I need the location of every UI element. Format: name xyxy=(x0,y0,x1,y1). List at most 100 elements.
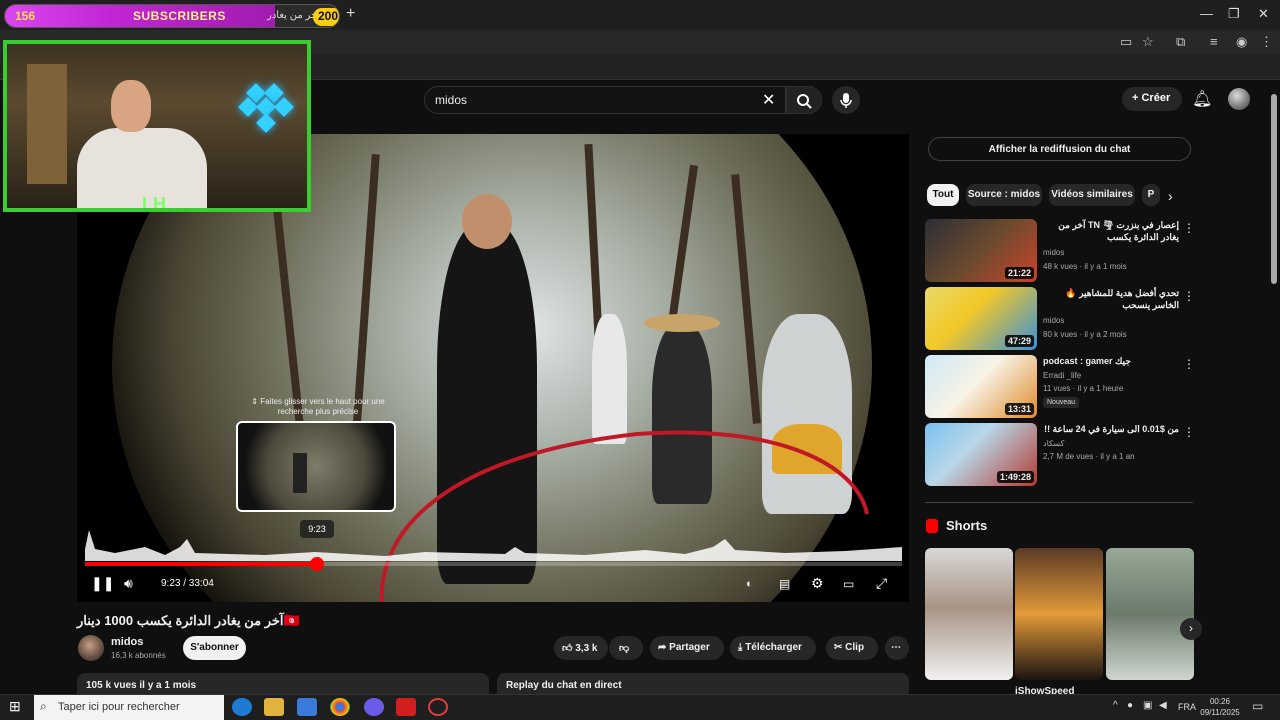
recommendation-title[interactable]: تحدي أفضل هدية للمشاهير 🔥 الخاسر ينسحب xyxy=(1043,287,1179,311)
tab-title: آخر من يغادر xyxy=(267,10,320,21)
short-thumbnail[interactable] xyxy=(925,548,1013,680)
notification-center-icon[interactable]: ▭ xyxy=(1252,699,1263,713)
recommendation-title[interactable]: إعصار في بنزرت 🌪 TN آخر من يغادر الدائرة… xyxy=(1043,219,1179,243)
recommendation-channel[interactable]: كسكاد xyxy=(1043,439,1064,448)
download-label: Télécharger xyxy=(745,642,802,653)
edge-icon[interactable] xyxy=(232,698,252,716)
tray-chevron-icon[interactable]: ^ xyxy=(1113,700,1118,711)
recommendation-title[interactable]: من $0.01 الى سيارة في 24 ساعة !! xyxy=(1043,423,1179,435)
extensions-icon[interactable]: ⧉ xyxy=(1176,34,1185,50)
search-box[interactable] xyxy=(424,86,786,114)
chip-more[interactable]: P xyxy=(1142,184,1160,206)
store-icon[interactable] xyxy=(297,698,317,716)
taskbar-date: 09/11/2025 xyxy=(1200,708,1240,717)
profile-icon[interactable]: ◉ xyxy=(1236,34,1247,50)
file-explorer-icon[interactable] xyxy=(264,698,284,716)
preview-figure xyxy=(293,453,307,493)
notifications-bell-icon[interactable]: 🔔︎ xyxy=(1192,89,1212,109)
tray-network-icon[interactable]: ▣ xyxy=(1143,700,1152,711)
dislike-button[interactable]: 👎︎ xyxy=(609,636,643,660)
more-vert-icon[interactable]: ⋮ xyxy=(1183,425,1195,439)
short-thumbnail[interactable] xyxy=(1015,548,1103,680)
chevron-right-icon[interactable]: › xyxy=(1180,618,1202,640)
taskbar-clock[interactable]: 00:26 09/11/2025 xyxy=(1200,696,1240,718)
more-actions-button[interactable]: ⋯ xyxy=(885,636,909,660)
channel-avatar[interactable] xyxy=(78,635,104,661)
hexagon-lights xyxy=(238,78,299,138)
recommendation-title[interactable]: podcast : gamer جيك xyxy=(1043,355,1179,367)
recommendation-thumbnail[interactable]: 47:29 xyxy=(925,287,1037,350)
taskbar-language[interactable]: FRA xyxy=(1178,702,1196,712)
restore-button[interactable]: ❐ xyxy=(1228,6,1240,22)
new-tab-button[interactable]: + xyxy=(346,5,355,23)
settings-gear-icon[interactable]: ⚙ xyxy=(811,575,824,592)
scrollbar-thumb[interactable] xyxy=(1271,94,1277,284)
theater-mode-icon[interactable]: ▭ xyxy=(843,577,854,591)
progress-scrubber[interactable] xyxy=(310,557,324,571)
seek-preview-thumbnail xyxy=(236,421,396,512)
more-dots-icon: ⋯ xyxy=(891,642,901,653)
more-vert-icon[interactable]: ⋮ xyxy=(1183,289,1195,303)
tray-volume-icon[interactable]: ◀ xyxy=(1159,700,1167,711)
more-vert-icon[interactable]: ⋮ xyxy=(1183,357,1195,371)
bookmark-star-icon[interactable]: ☆ xyxy=(1142,34,1154,50)
streamer xyxy=(77,80,217,208)
search-input[interactable] xyxy=(435,93,735,107)
more-vert-icon[interactable]: ⋮ xyxy=(1183,221,1195,235)
minimize-button[interactable]: — xyxy=(1200,6,1213,21)
recommendation-item[interactable]: 1:49:28 من $0.01 الى سيارة في 24 ساعة !!… xyxy=(925,423,1195,487)
clip-label: Clip xyxy=(845,642,865,653)
subscribe-button[interactable]: S'abonner xyxy=(183,636,246,660)
mic-button[interactable] xyxy=(832,86,860,114)
recommendation-thumbnail[interactable]: 13:31 xyxy=(925,355,1037,418)
video-duration: 21:22 xyxy=(1004,267,1034,279)
clear-search-icon[interactable]: ✕ xyxy=(762,90,775,110)
recommendation-item[interactable]: 13:31 podcast : gamer جيك Erradi _life 1… xyxy=(925,355,1195,419)
pause-icon[interactable]: ❚❚ xyxy=(91,575,114,592)
discord-icon[interactable] xyxy=(364,698,384,716)
obs-icon[interactable] xyxy=(428,698,448,716)
recommendation-meta: 48 k vues · il y a 1 mois xyxy=(1043,262,1127,271)
share-button[interactable]: ➦ Partager xyxy=(650,636,724,660)
recommendation-thumbnail[interactable]: 21:22 xyxy=(925,219,1037,282)
chip-source[interactable]: Source : midos xyxy=(966,184,1042,206)
recommendation-item[interactable]: 21:22 إعصار في بنزرت 🌪 TN آخر من يغادر ا… xyxy=(925,219,1195,283)
taskbar-search[interactable]: Taper ici pour rechercher xyxy=(34,695,224,720)
subscriber-goal-bar: 156 SUBSCRIBERS xyxy=(5,5,275,27)
media-icon[interactable]: ≡ xyxy=(1210,34,1218,49)
sub-count: 156 xyxy=(15,9,36,23)
chevron-right-icon[interactable]: › xyxy=(1168,188,1173,204)
search-button[interactable] xyxy=(786,86,822,114)
chip-all[interactable]: Tout xyxy=(927,184,959,206)
show-chat-replay-button[interactable]: Afficher la rediffusion du chat xyxy=(928,137,1191,161)
recommendation-thumbnail[interactable]: 1:49:28 xyxy=(925,423,1037,486)
menu-icon[interactable]: ⋮ xyxy=(1260,34,1273,50)
recommendation-item[interactable]: 47:29 تحدي أفضل هدية للمشاهير 🔥 الخاسر ي… xyxy=(925,287,1195,351)
install-icon[interactable]: ▭ xyxy=(1120,34,1132,50)
sub-label: SUBSCRIBERS xyxy=(133,9,226,23)
progress-played xyxy=(85,562,317,566)
windows-start-icon[interactable]: ⊞ xyxy=(9,698,21,715)
channel-name[interactable]: midos xyxy=(111,636,143,648)
recommendation-meta: 11 vues · il y a 1 heure xyxy=(1043,384,1124,393)
recommendation-channel[interactable]: Erradi _life xyxy=(1043,371,1081,380)
chrome-icon[interactable] xyxy=(330,698,350,716)
fullscreen-icon[interactable]: ⤢ xyxy=(876,575,887,592)
chip-similar[interactable]: Vidéos similaires xyxy=(1049,184,1135,206)
short-thumbnail[interactable] xyxy=(1106,548,1194,680)
create-button[interactable]: + Créer xyxy=(1122,87,1182,111)
subtitles-icon[interactable]: ▤ xyxy=(779,577,790,591)
download-button[interactable]: ⤓ Télécharger xyxy=(730,636,816,660)
account-avatar[interactable] xyxy=(1228,88,1250,110)
recommendation-channel[interactable]: midos xyxy=(1043,248,1064,257)
volume-icon[interactable]: 🔊︎ xyxy=(124,575,133,592)
browser-tab[interactable]: 156 SUBSCRIBERS آخر من يغادر 200 xyxy=(4,4,340,28)
close-window-button[interactable]: ✕ xyxy=(1258,6,1269,22)
time-display: 9:23 / 33:04 xyxy=(161,578,214,589)
clip-button[interactable]: ✂ Clip xyxy=(826,636,878,660)
recommendation-channel[interactable]: midos xyxy=(1043,316,1064,325)
tray-mic-icon[interactable]: ● xyxy=(1127,700,1133,711)
app-icon[interactable] xyxy=(396,698,416,716)
autoplay-toggle-icon[interactable]: ◐ xyxy=(746,578,753,590)
like-button[interactable]: 👍︎ 3,3 k xyxy=(554,636,608,660)
